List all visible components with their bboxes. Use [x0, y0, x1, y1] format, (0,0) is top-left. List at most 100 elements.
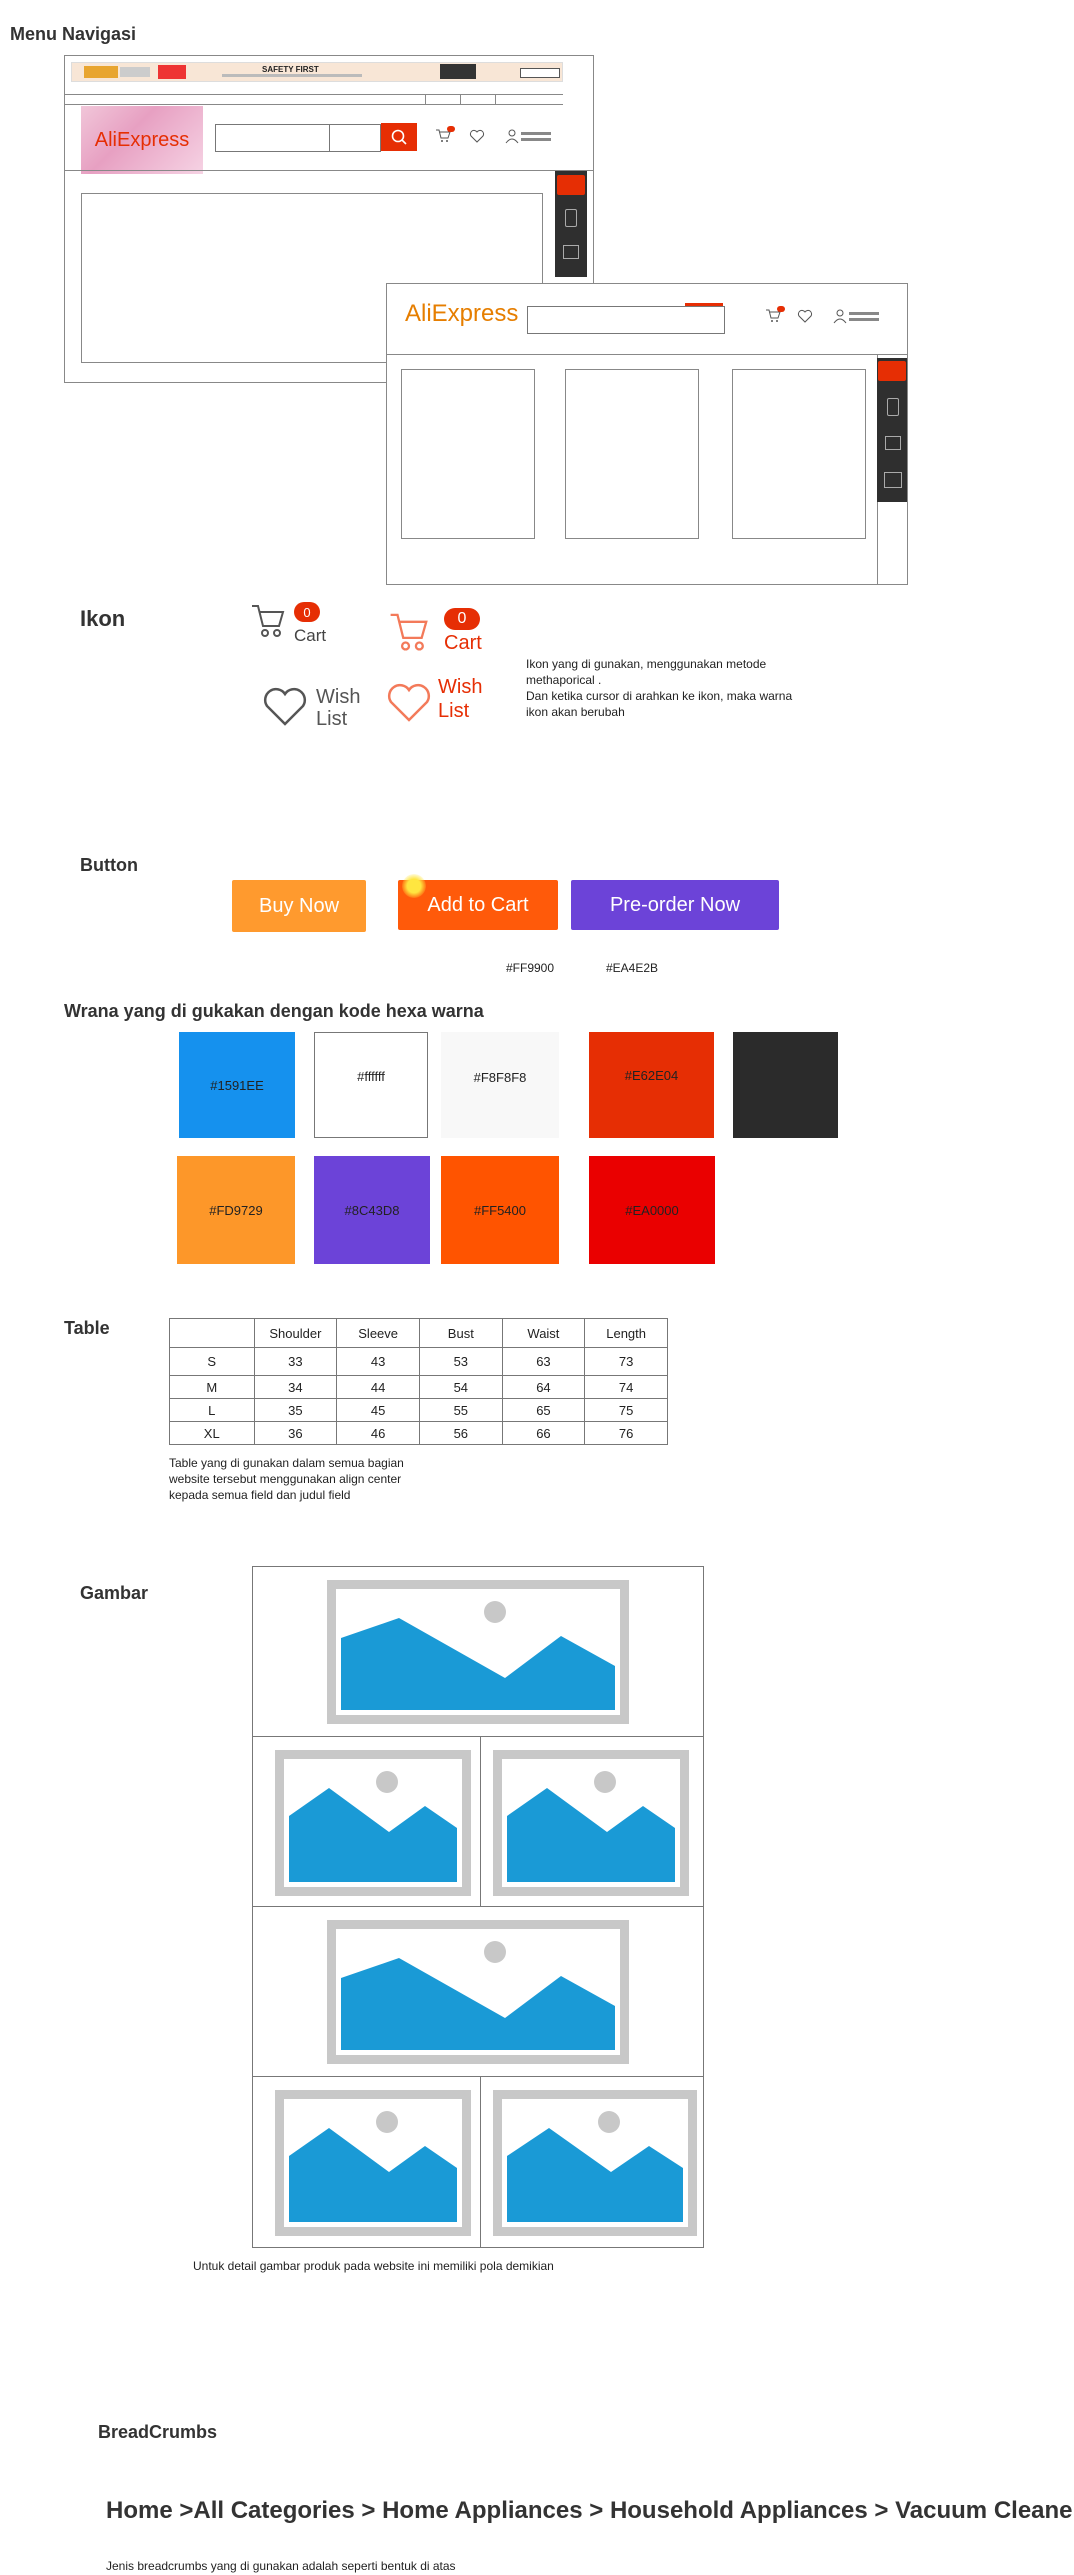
table-note-line: kepada semua field dan judul field — [169, 1488, 351, 1502]
search-category-select[interactable] — [329, 124, 381, 152]
table-header-cell: Shoulder — [253, 1318, 338, 1348]
banner-subtext — [222, 74, 362, 77]
table-cell: S — [169, 1347, 255, 1376]
image-placeholder-icon — [493, 1750, 689, 1896]
buy-now-button[interactable]: Buy Now — [232, 880, 366, 932]
ikon-heading: Ikon — [80, 606, 126, 631]
table-row: L 35 45 55 65 75 — [169, 1398, 668, 1422]
color-swatch-fd9729: #FD9729 — [177, 1156, 295, 1264]
swatch-label: #EA0000 — [625, 1202, 679, 1218]
wish-label-line1-hover: Wish — [438, 676, 483, 698]
phone-icon[interactable] — [887, 398, 899, 416]
banner-logo-strip — [120, 67, 150, 77]
table-header-row: Shoulder Sleeve Bust Waist Length — [169, 1318, 668, 1348]
cart-mini[interactable] — [435, 126, 459, 146]
sidebar-promo-icon[interactable] — [878, 361, 906, 381]
image-cell-small — [480, 1736, 704, 1908]
cart-badge — [447, 126, 455, 132]
image-grid — [252, 1566, 704, 2248]
account-text-line — [521, 132, 551, 135]
wishlist-mini-scrolled[interactable] — [797, 308, 823, 326]
breadcrumbs-heading: BreadCrumbs — [98, 2422, 218, 2442]
cart-mini-scrolled[interactable] — [765, 306, 785, 326]
phone-icon[interactable] — [565, 209, 577, 227]
search-input[interactable] — [215, 124, 331, 152]
swatch-label: #E62E04 — [624, 1068, 679, 1083]
account-text-line-2 — [521, 138, 551, 141]
color-swatch-8c43d8: #8C43D8 — [314, 1156, 430, 1264]
cursor-highlight — [402, 874, 426, 898]
wishlist-icon-hover[interactable]: Wish List — [386, 676, 496, 730]
banner-title: SAFETY FIRST — [262, 65, 319, 74]
cart-badge — [777, 306, 785, 312]
table-cell: 64 — [501, 1375, 586, 1399]
breadcrumb-note: Jenis breadcrumbs yang di gunakan adalah… — [106, 2559, 456, 2573]
search-button[interactable] — [381, 123, 417, 151]
table-cell: 55 — [419, 1398, 503, 1422]
table-cell: 33 — [253, 1347, 338, 1376]
swatch-label: #8C43D8 — [344, 1202, 400, 1218]
banner-shop-button[interactable] — [520, 68, 560, 78]
search-accent-bar — [685, 303, 723, 306]
top-bar-sep-2 — [460, 94, 461, 104]
gambar-note: Untuk detail gambar produk pada website … — [193, 2259, 554, 2273]
table-cell: 63 — [501, 1347, 586, 1376]
table-cell: 45 — [336, 1398, 420, 1422]
logo-scrolled-text: AliExpress — [405, 300, 519, 327]
wishlist-mini[interactable] — [469, 128, 497, 146]
sidebar-promo-icon[interactable] — [557, 175, 585, 195]
image-cell-small — [252, 1736, 482, 1908]
top-bar-divider — [65, 94, 563, 95]
buy-now-label: Buy Now — [258, 894, 340, 917]
table-cell: 66 — [501, 1421, 586, 1445]
cart-label-hover: Cart — [444, 632, 482, 654]
cart-icon-hover[interactable]: 0 Cart — [386, 608, 496, 658]
gift-icon[interactable] — [884, 472, 902, 488]
table-cell: 56 — [419, 1421, 503, 1445]
table-cell: 54 — [419, 1375, 503, 1399]
gambar-heading: Gambar — [80, 1583, 149, 1603]
swatch-label: #F8F8F8 — [473, 1070, 527, 1085]
cart-count-badge: 0 — [294, 602, 320, 622]
top-bar-sep-3 — [495, 94, 496, 104]
product-card[interactable] — [401, 369, 535, 539]
image-placeholder-icon — [327, 1580, 629, 1724]
table-cell: M — [169, 1375, 255, 1399]
table-header-cell: Waist — [501, 1318, 586, 1348]
pre-order-button[interactable]: Pre-order Now — [571, 880, 779, 930]
table-cell: 44 — [336, 1375, 420, 1399]
cart-icon — [390, 613, 428, 651]
product-card[interactable] — [732, 369, 866, 539]
search-input-scrolled[interactable] — [527, 306, 725, 334]
heart-icon — [263, 687, 307, 726]
image-cell-small — [252, 2076, 482, 2248]
logo[interactable]: AliExpress — [81, 106, 203, 174]
color-swatch-f8f8f8: #F8F8F8 — [441, 1032, 559, 1138]
product-card[interactable] — [565, 369, 699, 539]
icon-note-line: ikon akan berubah — [526, 705, 625, 719]
chat-icon[interactable] — [563, 245, 579, 259]
icon-note: Ikon yang di gunakan, menggunakan metode… — [526, 656, 846, 720]
table-cell: 43 — [336, 1347, 420, 1376]
logo-scrolled[interactable]: AliExpress — [405, 300, 518, 328]
top-banner[interactable]: SAFETY FIRST — [71, 62, 563, 82]
image-placeholder-icon — [493, 2090, 697, 2236]
cart-icon-default[interactable]: 0 Cart — [250, 600, 330, 650]
table-cell: 53 — [419, 1347, 503, 1376]
menu-navigasi-heading: Menu Navigasi — [10, 24, 137, 44]
account-mini-scrolled[interactable] — [833, 308, 883, 326]
breadcrumb[interactable]: Home >All Categories > Home Appliances >… — [106, 2497, 1074, 2525]
header-divider-scrolled — [387, 354, 907, 355]
table-heading: Table — [64, 1318, 110, 1338]
chat-icon[interactable] — [885, 436, 901, 450]
hex-label-ea4e2b: #EA4E2B — [606, 961, 659, 975]
account-mini[interactable] — [505, 128, 555, 146]
table-row: M 34 44 54 64 74 — [169, 1375, 668, 1399]
nav-wireframe-scrolled: AliExpress — [386, 283, 908, 585]
swatch-label: #1591EE — [210, 1077, 264, 1093]
image-cell-small — [480, 2076, 704, 2248]
color-swatch-ffffff: #ffffff — [314, 1032, 428, 1138]
wishlist-icon-default[interactable]: Wish List — [262, 684, 372, 734]
table-header-cell: Bust — [419, 1318, 503, 1348]
heart-icon — [797, 309, 813, 323]
